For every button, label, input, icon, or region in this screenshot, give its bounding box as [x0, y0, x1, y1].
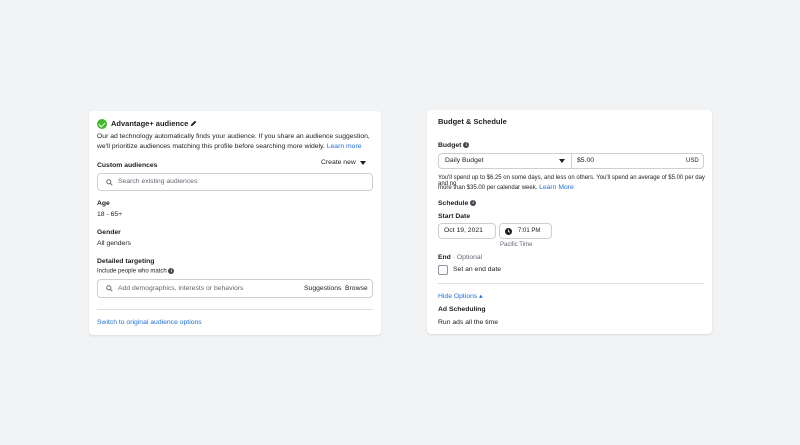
timezone-label: Pacific Time: [500, 242, 533, 248]
start-date-label: Start Date: [438, 213, 471, 220]
budget-type-value: Daily Budget: [445, 157, 484, 164]
audience-title: Advantage+ audience: [111, 119, 189, 128]
ad-scheduling-label: Ad Scheduling: [438, 306, 486, 313]
budget-title: Budget & Schedule: [438, 117, 507, 126]
switch-audience-link[interactable]: Switch to original audience options: [97, 319, 202, 326]
start-date-input[interactable]: Oct 19, 2021: [438, 223, 496, 239]
end-label: End · Optional: [438, 254, 483, 261]
budget-amount: $5.00: [577, 157, 595, 164]
gender-value[interactable]: All genders: [97, 240, 131, 247]
schedule-label: Schedule i: [438, 200, 477, 207]
start-time-input[interactable]: 7:01 PM: [499, 223, 552, 239]
currency-label: USD: [686, 158, 699, 164]
info-icon: i: [470, 200, 477, 207]
chevron-down-icon: [559, 159, 565, 163]
info-icon: i: [463, 142, 470, 149]
start-time-value: 7:01 PM: [518, 228, 541, 234]
chevron-down-icon[interactable]: [360, 161, 366, 165]
audience-description: Our ad technology automatically finds yo…: [97, 133, 370, 140]
detailed-targeting-label: Detailed targeting: [97, 258, 155, 265]
info-icon: i: [168, 268, 175, 274]
hide-options-link[interactable]: Hide Options ▴: [438, 292, 483, 300]
learn-more-link[interactable]: Learn more: [327, 143, 362, 150]
budget-type-select[interactable]: Daily Budget: [438, 153, 572, 169]
targeting-placeholder: Add demographics, interests or behaviors: [118, 285, 244, 292]
budget-note-2: more than $35.00 per calendar week. Lear…: [438, 184, 574, 191]
gender-label: Gender: [97, 229, 121, 236]
budget-schedule-card: Budget & Schedule Budget i Daily Budget …: [427, 110, 712, 334]
age-value[interactable]: 18 - 65+: [97, 211, 122, 218]
divider: [97, 309, 373, 310]
include-label: Include people who match i: [97, 268, 175, 275]
search-icon: [106, 179, 113, 186]
budget-learn-more-link[interactable]: Learn More: [539, 184, 574, 191]
audience-description-2: we'll prioritize audiences matching this…: [97, 143, 362, 150]
search-icon: [106, 285, 113, 292]
custom-audiences-label: Custom audiences: [97, 162, 158, 169]
targeting-input[interactable]: Add demographics, interests or behaviors…: [97, 279, 373, 298]
suggestions-button[interactable]: Suggestions: [304, 285, 341, 292]
check-circle-icon: [97, 119, 107, 129]
clock-icon: [505, 228, 512, 235]
divider: [438, 283, 704, 284]
budget-label: Budget i: [438, 142, 470, 149]
pencil-icon[interactable]: [190, 120, 197, 127]
ad-scheduling-value: Run ads all the time: [438, 319, 499, 326]
age-label: Age: [97, 200, 110, 207]
budget-amount-input[interactable]: $5.00 USD: [571, 153, 704, 169]
start-date-value: Oct 19, 2021: [444, 227, 483, 234]
browse-button[interactable]: Browse: [345, 285, 368, 292]
set-end-date-label[interactable]: Set an end date: [453, 266, 501, 273]
end-date-checkbox[interactable]: [438, 265, 448, 275]
audience-search-input[interactable]: Search existing audiences: [97, 173, 373, 191]
search-placeholder: Search existing audiences: [118, 178, 198, 185]
create-new-button[interactable]: Create new: [321, 159, 356, 166]
advantage-audience-card: Advantage+ audience Our ad technology au…: [89, 111, 381, 335]
